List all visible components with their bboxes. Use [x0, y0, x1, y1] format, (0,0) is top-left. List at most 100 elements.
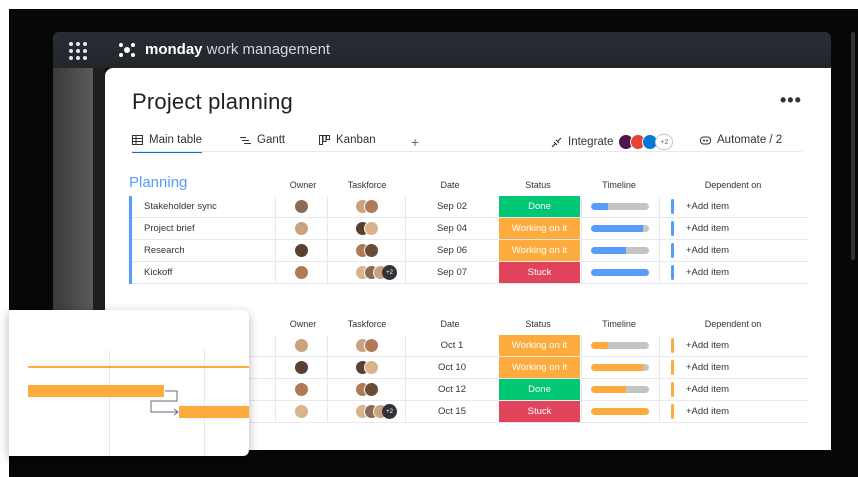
table-row[interactable]: Research Sep 06 Working on it +Add item — [129, 240, 808, 262]
cell-divider — [659, 357, 660, 379]
tabs-divider — [132, 151, 802, 152]
column-header-timeline[interactable]: Timeline — [591, 180, 647, 190]
owner-avatar[interactable] — [294, 265, 309, 280]
gantt-bar[interactable] — [179, 406, 249, 418]
column-header-dependent[interactable]: Dependent on — [688, 319, 778, 329]
taskforce-more-count[interactable]: +2 — [382, 404, 397, 419]
owner-avatar[interactable] — [294, 404, 309, 419]
integrate-button[interactable]: Integrate +2 — [550, 134, 674, 150]
timeline-fill — [591, 408, 649, 415]
timeline-bar[interactable] — [591, 386, 649, 393]
item-date[interactable]: Sep 06 — [405, 245, 499, 256]
status-label[interactable]: Done — [499, 196, 580, 217]
status-label[interactable]: Done — [499, 379, 580, 400]
automate-button[interactable]: Automate / 2 — [699, 134, 782, 146]
taskforce-avatar[interactable] — [364, 243, 379, 258]
taskforce-avatar[interactable] — [364, 382, 379, 397]
item-name[interactable]: Project brief — [144, 223, 195, 234]
cell-divider — [659, 196, 660, 218]
owner-avatar[interactable] — [294, 199, 309, 214]
item-name[interactable]: Kickoff — [144, 267, 172, 278]
add-item-link[interactable]: +Add item — [686, 384, 729, 395]
timeline-bar[interactable] — [591, 203, 649, 210]
column-header-dependent[interactable]: Dependent on — [688, 180, 778, 190]
gantt-bar[interactable] — [28, 385, 164, 397]
page-title: Project planning — [132, 89, 293, 114]
group-color-bar — [129, 196, 132, 218]
column-header-timeline[interactable]: Timeline — [591, 319, 647, 329]
column-header-owner[interactable]: Owner — [283, 319, 323, 329]
tab-kanban[interactable]: Kanban — [319, 134, 376, 146]
cell-divider — [275, 218, 276, 240]
brand-name: monday work management — [145, 41, 331, 58]
item-date[interactable]: Oct 15 — [405, 406, 499, 417]
add-item-link[interactable]: +Add item — [686, 201, 729, 212]
cell-divider — [581, 379, 582, 401]
integration-count: +2 — [655, 134, 674, 150]
add-item-link[interactable]: +Add item — [686, 223, 729, 234]
owner-avatar[interactable] — [294, 382, 309, 397]
item-date[interactable]: Oct 10 — [405, 362, 499, 373]
add-item-link[interactable]: +Add item — [686, 362, 729, 373]
status-label[interactable]: Working on it — [499, 240, 580, 261]
add-item-link[interactable]: +Add item — [686, 340, 729, 351]
column-header-status[interactable]: Status — [508, 319, 568, 329]
group-color-bar — [129, 262, 132, 284]
group-color-bar — [129, 218, 132, 240]
taskforce-avatar[interactable] — [364, 221, 379, 236]
taskforce-avatar[interactable] — [364, 360, 379, 375]
dependency-marker — [671, 404, 674, 419]
cell-divider — [327, 262, 328, 284]
item-date[interactable]: Sep 04 — [405, 223, 499, 234]
status-label[interactable]: Working on it — [499, 218, 580, 239]
tab-label: Kanban — [336, 134, 376, 146]
tab-gantt[interactable]: Gantt — [240, 134, 285, 146]
timeline-bar[interactable] — [591, 225, 649, 232]
dependency-marker — [671, 338, 674, 353]
table-row[interactable]: Project brief Sep 04 Working on it +Add ite… — [129, 218, 808, 240]
owner-avatar[interactable] — [294, 221, 309, 236]
timeline-fill — [591, 247, 626, 254]
timeline-bar[interactable] — [591, 342, 649, 349]
group-title[interactable]: Planning — [129, 174, 187, 191]
timeline-bar[interactable] — [591, 269, 649, 276]
table-row[interactable]: Kickoff +2 Sep 07 Stuck +Add item — [129, 262, 808, 284]
owner-avatar[interactable] — [294, 243, 309, 258]
table-row[interactable]: Stakeholder sync Sep 02 Done +Add item — [129, 196, 808, 218]
taskforce-avatar[interactable] — [364, 199, 379, 214]
status-label[interactable]: Working on it — [499, 335, 580, 356]
cell-divider — [327, 240, 328, 262]
owner-avatar[interactable] — [294, 360, 309, 375]
gantt-group-line — [28, 366, 249, 368]
timeline-bar[interactable] — [591, 364, 649, 371]
column-header-taskforce[interactable]: Taskforce — [337, 180, 397, 190]
status-label[interactable]: Working on it — [499, 357, 580, 378]
item-name[interactable]: Research — [144, 245, 185, 256]
timeline-bar[interactable] — [591, 247, 649, 254]
column-header-taskforce[interactable]: Taskforce — [337, 319, 397, 329]
taskforce-avatar[interactable] — [364, 338, 379, 353]
owner-avatar[interactable] — [294, 338, 309, 353]
status-label[interactable]: Stuck — [499, 401, 580, 422]
add-view-button[interactable]: + — [411, 134, 419, 150]
item-date[interactable]: Oct 1 — [405, 340, 499, 351]
column-header-date[interactable]: Date — [420, 319, 480, 329]
timeline-bar[interactable] — [591, 408, 649, 415]
cell-divider — [327, 335, 328, 357]
item-date[interactable]: Sep 02 — [405, 201, 499, 212]
item-date[interactable]: Oct 12 — [405, 384, 499, 395]
apps-grid-icon[interactable] — [69, 42, 87, 60]
column-header-date[interactable]: Date — [420, 180, 480, 190]
status-label[interactable]: Stuck — [499, 262, 580, 283]
add-item-link[interactable]: +Add item — [686, 245, 729, 256]
item-name[interactable]: Stakeholder sync — [144, 201, 217, 212]
more-options-icon[interactable]: ••• — [780, 90, 802, 111]
taskforce-more-count[interactable]: +2 — [382, 265, 397, 280]
column-header-status[interactable]: Status — [508, 180, 568, 190]
cell-divider — [659, 262, 660, 284]
cell-divider — [581, 357, 582, 379]
item-date[interactable]: Sep 07 — [405, 267, 499, 278]
add-item-link[interactable]: +Add item — [686, 406, 729, 417]
column-header-owner[interactable]: Owner — [283, 180, 323, 190]
add-item-link[interactable]: +Add item — [686, 267, 729, 278]
